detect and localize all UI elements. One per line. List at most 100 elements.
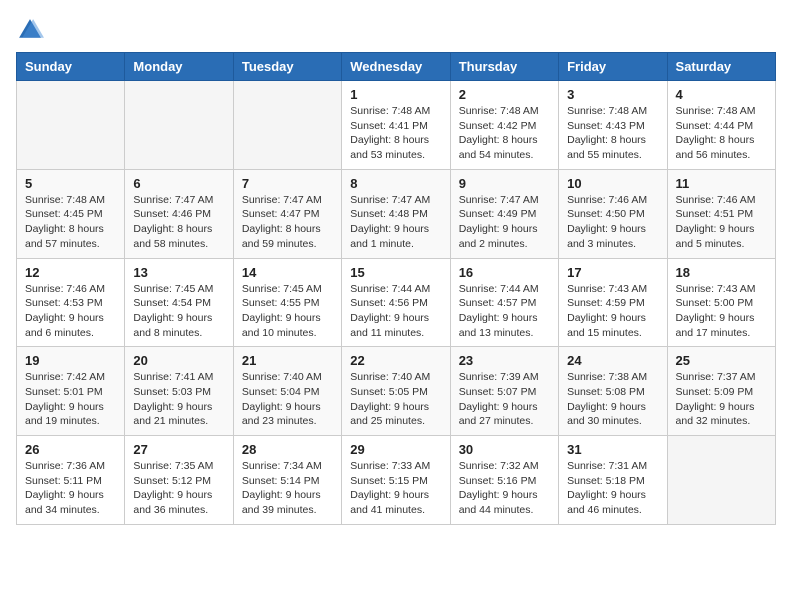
day-number: 21 [242, 353, 333, 368]
day-info: Sunrise: 7:47 AM Sunset: 4:48 PM Dayligh… [350, 193, 441, 252]
day-number: 22 [350, 353, 441, 368]
header [16, 16, 776, 44]
day-info: Sunrise: 7:43 AM Sunset: 4:59 PM Dayligh… [567, 282, 658, 341]
day-number: 28 [242, 442, 333, 457]
calendar-cell: 16 Sunrise: 7:44 AM Sunset: 4:57 PM Dayli… [450, 258, 558, 347]
day-info: Sunrise: 7:40 AM Sunset: 5:05 PM Dayligh… [350, 370, 441, 429]
calendar-week-1: 1 Sunrise: 7:48 AM Sunset: 4:41 PM Daylig… [17, 81, 776, 170]
calendar-cell: 19 Sunrise: 7:42 AM Sunset: 5:01 PM Dayli… [17, 347, 125, 436]
day-number: 4 [676, 87, 767, 102]
day-info: Sunrise: 7:46 AM Sunset: 4:50 PM Dayligh… [567, 193, 658, 252]
day-number: 27 [133, 442, 224, 457]
day-number: 7 [242, 176, 333, 191]
day-info: Sunrise: 7:33 AM Sunset: 5:15 PM Dayligh… [350, 459, 441, 518]
logo [16, 16, 48, 44]
day-number: 12 [25, 265, 116, 280]
calendar-cell [233, 81, 341, 170]
day-number: 14 [242, 265, 333, 280]
calendar-week-5: 26 Sunrise: 7:36 AM Sunset: 5:11 PM Dayli… [17, 436, 776, 525]
day-info: Sunrise: 7:48 AM Sunset: 4:41 PM Dayligh… [350, 104, 441, 163]
day-number: 15 [350, 265, 441, 280]
calendar-cell: 3 Sunrise: 7:48 AM Sunset: 4:43 PM Daylig… [559, 81, 667, 170]
calendar-cell: 2 Sunrise: 7:48 AM Sunset: 4:42 PM Daylig… [450, 81, 558, 170]
day-number: 10 [567, 176, 658, 191]
col-header-wednesday: Wednesday [342, 53, 450, 81]
calendar-cell: 24 Sunrise: 7:38 AM Sunset: 5:08 PM Dayli… [559, 347, 667, 436]
day-number: 9 [459, 176, 550, 191]
day-number: 13 [133, 265, 224, 280]
calendar-cell: 31 Sunrise: 7:31 AM Sunset: 5:18 PM Dayli… [559, 436, 667, 525]
calendar-cell: 17 Sunrise: 7:43 AM Sunset: 4:59 PM Dayli… [559, 258, 667, 347]
day-number: 31 [567, 442, 658, 457]
calendar-cell [17, 81, 125, 170]
day-number: 5 [25, 176, 116, 191]
col-header-tuesday: Tuesday [233, 53, 341, 81]
calendar-cell: 8 Sunrise: 7:47 AM Sunset: 4:48 PM Daylig… [342, 169, 450, 258]
day-info: Sunrise: 7:43 AM Sunset: 5:00 PM Dayligh… [676, 282, 767, 341]
day-number: 1 [350, 87, 441, 102]
day-number: 2 [459, 87, 550, 102]
calendar-cell: 1 Sunrise: 7:48 AM Sunset: 4:41 PM Daylig… [342, 81, 450, 170]
calendar-cell: 20Sunrise: 7:41 AM Sunset: 5:03 PM Dayli… [125, 347, 233, 436]
calendar-cell: 18 Sunrise: 7:43 AM Sunset: 5:00 PM Dayli… [667, 258, 775, 347]
day-info: Sunrise: 7:46 AM Sunset: 4:53 PM Dayligh… [25, 282, 116, 341]
day-info: Sunrise: 7:48 AM Sunset: 4:43 PM Dayligh… [567, 104, 658, 163]
day-info: Sunrise: 7:35 AM Sunset: 5:12 PM Dayligh… [133, 459, 224, 518]
calendar-cell: 6 Sunrise: 7:47 AM Sunset: 4:46 PM Daylig… [125, 169, 233, 258]
day-number: 23 [459, 353, 550, 368]
calendar-cell: 30 Sunrise: 7:32 AM Sunset: 5:16 PM Dayli… [450, 436, 558, 525]
calendar-cell [125, 81, 233, 170]
col-header-friday: Friday [559, 53, 667, 81]
calendar-week-2: 5 Sunrise: 7:48 AM Sunset: 4:45 PM Daylig… [17, 169, 776, 258]
calendar-cell: 13Sunrise: 7:45 AM Sunset: 4:54 PM Dayli… [125, 258, 233, 347]
day-info: Sunrise: 7:47 AM Sunset: 4:46 PM Dayligh… [133, 193, 224, 252]
calendar-cell: 26 Sunrise: 7:36 AM Sunset: 5:11 PM Dayli… [17, 436, 125, 525]
calendar-cell: 5 Sunrise: 7:48 AM Sunset: 4:45 PM Daylig… [17, 169, 125, 258]
calendar-cell: 27 Sunrise: 7:35 AM Sunset: 5:12 PM Dayli… [125, 436, 233, 525]
day-number: 3 [567, 87, 658, 102]
day-info: Sunrise: 7:47 AM Sunset: 4:47 PM Dayligh… [242, 193, 333, 252]
col-header-saturday: Saturday [667, 53, 775, 81]
col-header-thursday: Thursday [450, 53, 558, 81]
calendar-cell: 11Sunrise: 7:46 AM Sunset: 4:51 PM Dayli… [667, 169, 775, 258]
day-number: 18 [676, 265, 767, 280]
calendar-cell: 14 Sunrise: 7:45 AM Sunset: 4:55 PM Dayli… [233, 258, 341, 347]
day-info: Sunrise: 7:34 AM Sunset: 5:14 PM Dayligh… [242, 459, 333, 518]
day-info: Sunrise: 7:37 AM Sunset: 5:09 PM Dayligh… [676, 370, 767, 429]
col-header-sunday: Sunday [17, 53, 125, 81]
day-number: 8 [350, 176, 441, 191]
day-info: Sunrise: 7:42 AM Sunset: 5:01 PM Dayligh… [25, 370, 116, 429]
day-number: 17 [567, 265, 658, 280]
calendar-cell: 15 Sunrise: 7:44 AM Sunset: 4:56 PM Dayli… [342, 258, 450, 347]
day-info: Sunrise: 7:44 AM Sunset: 4:56 PM Dayligh… [350, 282, 441, 341]
day-info: Sunrise: 7:48 AM Sunset: 4:44 PM Dayligh… [676, 104, 767, 163]
day-number: 19 [25, 353, 116, 368]
day-info: Sunrise: 7:40 AM Sunset: 5:04 PM Dayligh… [242, 370, 333, 429]
day-info: Sunrise: 7:31 AM Sunset: 5:18 PM Dayligh… [567, 459, 658, 518]
day-number: 16 [459, 265, 550, 280]
calendar-week-3: 12 Sunrise: 7:46 AM Sunset: 4:53 PM Dayli… [17, 258, 776, 347]
calendar-table: SundayMondayTuesdayWednesdayThursdayFrid… [16, 52, 776, 525]
calendar-cell: 29Sunrise: 7:33 AM Sunset: 5:15 PM Dayli… [342, 436, 450, 525]
calendar-week-4: 19 Sunrise: 7:42 AM Sunset: 5:01 PM Dayli… [17, 347, 776, 436]
day-info: Sunrise: 7:32 AM Sunset: 5:16 PM Dayligh… [459, 459, 550, 518]
day-number: 30 [459, 442, 550, 457]
day-info: Sunrise: 7:39 AM Sunset: 5:07 PM Dayligh… [459, 370, 550, 429]
day-info: Sunrise: 7:36 AM Sunset: 5:11 PM Dayligh… [25, 459, 116, 518]
calendar-cell: 4 Sunrise: 7:48 AM Sunset: 4:44 PM Daylig… [667, 81, 775, 170]
day-info: Sunrise: 7:45 AM Sunset: 4:55 PM Dayligh… [242, 282, 333, 341]
calendar-cell: 25 Sunrise: 7:37 AM Sunset: 5:09 PM Dayli… [667, 347, 775, 436]
day-info: Sunrise: 7:48 AM Sunset: 4:45 PM Dayligh… [25, 193, 116, 252]
day-info: Sunrise: 7:44 AM Sunset: 4:57 PM Dayligh… [459, 282, 550, 341]
day-info: Sunrise: 7:48 AM Sunset: 4:42 PM Dayligh… [459, 104, 550, 163]
calendar-cell: 7 Sunrise: 7:47 AM Sunset: 4:47 PM Daylig… [233, 169, 341, 258]
day-number: 25 [676, 353, 767, 368]
day-number: 24 [567, 353, 658, 368]
day-number: 11 [676, 176, 767, 191]
calendar-cell: 9Sunrise: 7:47 AM Sunset: 4:49 PM Daylig… [450, 169, 558, 258]
day-number: 26 [25, 442, 116, 457]
calendar-cell: 28 Sunrise: 7:34 AM Sunset: 5:14 PM Dayli… [233, 436, 341, 525]
day-info: Sunrise: 7:38 AM Sunset: 5:08 PM Dayligh… [567, 370, 658, 429]
day-number: 6 [133, 176, 224, 191]
day-number: 20 [133, 353, 224, 368]
